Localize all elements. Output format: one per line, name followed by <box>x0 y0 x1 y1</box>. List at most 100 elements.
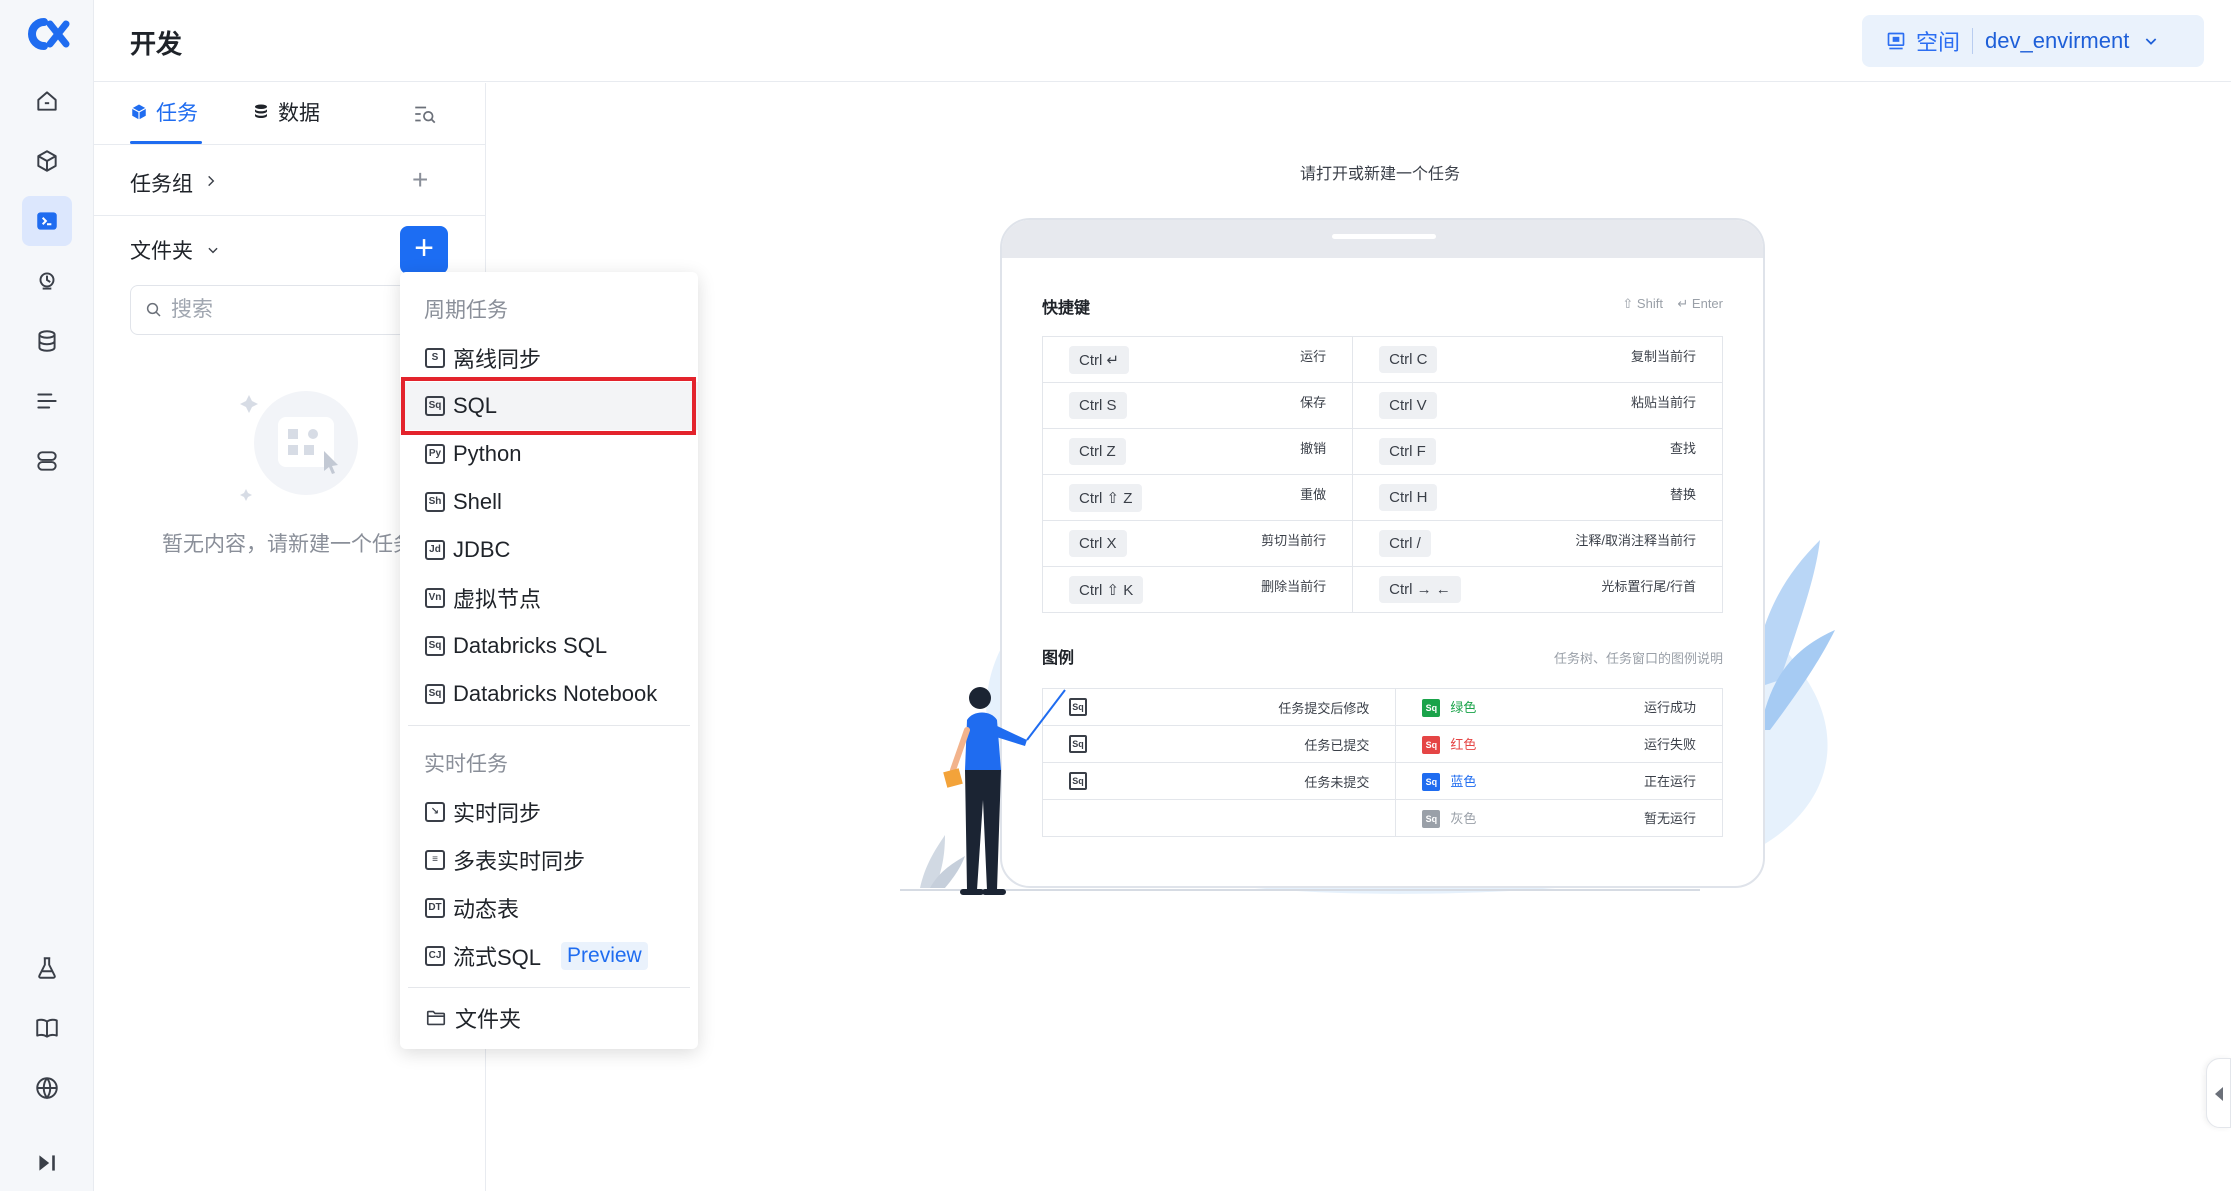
database-icon[interactable] <box>22 316 72 366</box>
card-top-bar <box>1002 220 1763 258</box>
empty-state-text: 暂无内容，请新建一个任务 <box>162 533 414 556</box>
shell-icon: Sh <box>425 492 445 512</box>
menu-item-jdbc[interactable]: Jd JDBC <box>400 526 698 574</box>
highlight-frame <box>401 377 696 435</box>
shortcut-key: Ctrl C <box>1379 346 1438 373</box>
app-logo-icon[interactable] <box>22 18 70 50</box>
operations-icon[interactable] <box>22 256 72 306</box>
menu-item-label: Databricks Notebook <box>453 681 658 706</box>
folder-label[interactable]: 文件夹 <box>130 235 193 265</box>
server-icon[interactable] <box>22 436 72 486</box>
shortcut-action: 查找 <box>1669 441 1696 456</box>
menu-item-folder[interactable]: 文件夹 <box>400 994 698 1042</box>
table-row: Ctrl ↵ 运行 Ctrl C 复制当前行 <box>1041 336 1723 383</box>
search-input[interactable] <box>171 298 371 322</box>
table-row: Sq 任务已提交 Sq 红色 运行失败 <box>1041 725 1723 763</box>
add-task-button[interactable]: + <box>400 226 448 274</box>
add-task-group-icon[interactable]: + <box>412 166 428 194</box>
flask-icon[interactable] <box>22 943 72 993</box>
menu-item-label: Python <box>453 441 522 466</box>
menu-item-stream-sql[interactable]: CJ 流式SQL Preview <box>400 932 698 980</box>
develop-terminal-icon[interactable] <box>22 196 72 246</box>
menu-item-dynamic-table[interactable]: DT 动态表 <box>400 884 698 932</box>
menu-item-offline-sync[interactable]: S 离线同步 <box>400 334 698 382</box>
table-row: Ctrl ⇧ Z 重做 Ctrl H 替换 <box>1041 474 1723 521</box>
space-selector[interactable]: 空间 dev_envirment <box>1862 15 2204 67</box>
active-tab-indicator <box>130 141 202 144</box>
menu-item-multi-table-sync[interactable]: ≡ 多表实时同步 <box>400 836 698 884</box>
legend-desc: 任务未提交 <box>1304 774 1370 790</box>
table-row: Sq 灰色 暂无运行 <box>1041 799 1723 837</box>
shortcut-action: 撤销 <box>1300 441 1327 456</box>
menu-item-python[interactable]: Py Python <box>400 430 698 478</box>
database-fill-icon <box>255 104 267 118</box>
shortcuts-table: Ctrl ↵ 运行 Ctrl C 复制当前行 Ctrl S 保存 Ctrl V 粘贴当前… <box>1041 336 1723 613</box>
table-row: Sq 任务未提交 Sq 蓝色 正在运行 <box>1041 762 1723 800</box>
menu-item-virtual-node[interactable]: Vn 虚拟节点 <box>400 574 698 622</box>
chevron-down-icon <box>208 247 218 254</box>
task-group-row[interactable]: 任务组 + <box>94 146 486 216</box>
databricks-sql-icon: Sq <box>425 636 445 656</box>
search-box[interactable] <box>130 285 410 335</box>
expand-rail-icon[interactable] <box>22 1138 72 1188</box>
shortcut-key: Ctrl ⇧ Z <box>1069 483 1143 512</box>
legend-status: 正在运行 <box>1643 773 1696 789</box>
shortcuts-title: 快捷键 <box>1042 300 1091 317</box>
search-icon <box>146 302 161 317</box>
shortcut-key: Ctrl V <box>1379 392 1437 419</box>
menu-item-databricks-notebook[interactable]: Sq Databricks Notebook <box>400 670 698 718</box>
periodic-task-section: 周期任务 <box>424 299 508 322</box>
filter-search-icon[interactable] <box>412 101 438 127</box>
shortcut-key: Ctrl H <box>1379 484 1438 511</box>
page-title: 开发 <box>130 29 183 59</box>
shortcut-action: 替换 <box>1669 487 1696 502</box>
enter-icon: ↵ <box>1677 296 1689 311</box>
menu-item-label: 实时同步 <box>453 801 542 826</box>
empty-state-illustration <box>240 391 358 501</box>
status-success-icon: Sq <box>1422 699 1441 718</box>
menu-item-databricks-sql[interactable]: Sq Databricks SQL <box>400 622 698 670</box>
tab-tasks[interactable]: 任务 <box>130 97 198 127</box>
menu-item-realtime-sync[interactable]: ↘ 实时同步 <box>400 788 698 836</box>
right-panel-toggle[interactable] <box>2206 1058 2231 1128</box>
list-icon[interactable] <box>22 376 72 426</box>
realtime-task-section: 实时任务 <box>424 753 508 776</box>
color-name: 蓝色 <box>1450 773 1477 789</box>
space-divider <box>1972 28 1974 54</box>
shortcut-key: Ctrl ↵ <box>1069 345 1130 374</box>
menu-item-label: JDBC <box>453 537 511 562</box>
legend-note: 任务树、任务窗口的图例说明 <box>1553 651 1723 666</box>
menu-item-shell[interactable]: Sh Shell <box>400 478 698 526</box>
menu-item-label: Shell <box>453 489 502 514</box>
open-task-hint: 请打开或新建一个任务 <box>1300 166 1461 183</box>
home-icon[interactable] <box>22 76 72 126</box>
offline-sync-icon: S <box>425 348 445 368</box>
chevron-down-icon <box>2146 38 2157 45</box>
book-icon[interactable] <box>22 1003 72 1053</box>
legend-desc: 任务提交后修改 <box>1278 700 1370 716</box>
virtual-node-icon: Vn <box>425 588 445 608</box>
cube-icon[interactable] <box>22 136 72 186</box>
shift-label: Shift <box>1636 296 1663 311</box>
tab-data[interactable]: 数据 <box>252 97 320 127</box>
table-row: Ctrl Z 撤销 Ctrl F 查找 <box>1041 428 1723 475</box>
multi-table-sync-icon: ≡ <box>425 850 445 870</box>
stream-sql-icon: CJ <box>425 946 445 966</box>
tab-tasks-label: 任务 <box>156 102 198 125</box>
table-row: Sq 任务提交后修改 Sq 绿色 运行成功 <box>1041 688 1723 726</box>
shortcut-action: 删除当前行 <box>1261 578 1327 594</box>
legend-table: Sq 任务提交后修改 Sq 绿色 运行成功 Sq 任务已提交 Sq 红色 运行失败 Sq 任务… <box>1041 688 1723 837</box>
legend-status: 暂无运行 <box>1643 810 1696 826</box>
cube-fill-icon <box>131 104 147 120</box>
menu-item-label: 流式SQL <box>453 945 542 970</box>
shortcut-action: 重做 <box>1300 486 1327 502</box>
menu-item-label: 多表实时同步 <box>453 849 586 874</box>
card-handle <box>1332 234 1436 239</box>
top-header: 开发 空间 dev_envirment <box>94 0 2231 82</box>
menu-item-label: 文件夹 <box>455 1007 522 1032</box>
shortcut-key: Ctrl F <box>1379 438 1436 465</box>
shortcut-key: Ctrl ⇧ K <box>1069 575 1144 604</box>
shortcut-action: 光标置行尾/行首 <box>1601 579 1696 594</box>
globe-icon[interactable] <box>22 1063 72 1113</box>
menu-divider <box>408 987 690 988</box>
